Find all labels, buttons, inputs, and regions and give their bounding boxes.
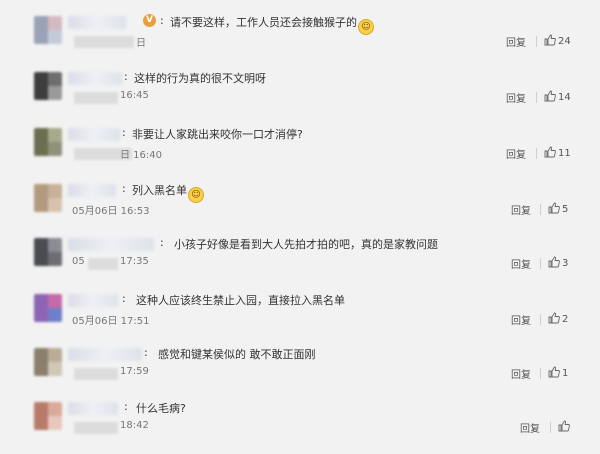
colon: : xyxy=(122,292,126,305)
comment-text: 列入黑名单 ☺ xyxy=(132,182,204,203)
username[interactable] xyxy=(68,184,116,197)
comment-time: 16:45 xyxy=(120,90,149,101)
date-blurred xyxy=(74,36,134,48)
colon: : xyxy=(160,14,164,27)
comment-time: 18:42 xyxy=(120,420,149,431)
thumbs-up-icon xyxy=(548,312,560,324)
comment-time: 日 xyxy=(136,38,146,49)
colon: : xyxy=(122,126,126,139)
avatar[interactable] xyxy=(34,348,62,376)
date-blurred xyxy=(74,422,118,434)
thumbs-up-icon xyxy=(544,146,556,158)
avatar[interactable] xyxy=(34,128,62,156)
comment-list: V : 请不要这样，工作人员还会接触猴子的 ☺ 日 回复 24 : 这样的行为真的… xyxy=(0,0,600,450)
like-button[interactable]: 5 xyxy=(548,202,568,215)
reply-button[interactable]: 回复 xyxy=(511,366,531,381)
avatar[interactable] xyxy=(34,402,62,430)
thumbs-up-icon xyxy=(544,34,556,46)
like-button[interactable] xyxy=(558,420,572,433)
like-button[interactable]: 2 xyxy=(548,312,568,325)
avatar[interactable] xyxy=(34,16,62,44)
like-button[interactable]: 24 xyxy=(544,34,571,47)
comment-text: 这样的行为真的很不文明呀 xyxy=(134,72,266,85)
comment-date: 05月06日 16:53 xyxy=(72,206,150,217)
thumbs-up-icon xyxy=(544,90,556,102)
comment-item: : 什么毛病? 18:42 回复 xyxy=(24,400,584,454)
comment-time: 日 16:40 xyxy=(120,150,162,161)
reply-button[interactable]: 回复 xyxy=(511,312,531,327)
comment-date-prefix: 05 xyxy=(72,256,85,267)
colon: : xyxy=(124,400,128,413)
avatar[interactable] xyxy=(34,72,62,100)
thumbs-up-icon xyxy=(548,202,560,214)
comment-text: 小孩子好像是看到大人先拍才拍的吧，真的是家教问题 xyxy=(174,238,438,251)
comment-item: : 这样的行为真的很不文明呀 16:45 回复 14 xyxy=(24,70,584,124)
thumbs-up-icon xyxy=(558,420,570,432)
reply-button[interactable]: 回复 xyxy=(520,420,540,435)
avatar[interactable] xyxy=(34,238,62,266)
date-blurred xyxy=(74,92,118,104)
avatar[interactable] xyxy=(34,294,62,322)
comment-item: : 感觉和键某侯似的 敢不敢正面刚 17:59 回复 1 xyxy=(24,346,584,400)
reply-button[interactable]: 回复 xyxy=(511,202,531,217)
like-button[interactable]: 1 xyxy=(548,366,568,379)
comment-time: 17:59 xyxy=(120,366,149,377)
comment-item: : 小孩子好像是看到大人先拍才拍的吧，真的是家教问题 05 17:35 回复 3 xyxy=(24,236,584,290)
date-blurred xyxy=(88,258,118,270)
colon: : xyxy=(160,236,164,249)
date-blurred xyxy=(74,368,118,380)
comment-text: 感觉和键某侯似的 敢不敢正面刚 xyxy=(158,348,316,361)
username[interactable] xyxy=(68,294,118,307)
smile-emoji-icon: ☺ xyxy=(358,19,374,35)
reply-button[interactable]: 回复 xyxy=(506,146,526,161)
colon: : xyxy=(144,346,148,359)
comment-time: 17:35 xyxy=(120,256,149,267)
thumbs-up-icon xyxy=(548,366,560,378)
username[interactable] xyxy=(68,128,120,141)
comment-text: 这种人应该终生禁止入园，直接拉入黑名单 xyxy=(136,294,345,307)
comment-item: : 非要让人家跳出来咬你一口才消停? 日 16:40 回复 11 xyxy=(24,126,584,180)
username[interactable] xyxy=(68,16,126,29)
comment-date: 05月06日 17:51 xyxy=(72,316,150,327)
comment-item: : 列入黑名单 ☺ 05月06日 16:53 回复 5 xyxy=(24,182,584,236)
reply-button[interactable]: 回复 xyxy=(506,34,526,49)
comment-text: 非要让人家跳出来咬你一口才消停? xyxy=(132,128,303,141)
reply-button[interactable]: 回复 xyxy=(511,256,531,271)
comment-item: V : 请不要这样，工作人员还会接触猴子的 ☺ 日 回复 24 xyxy=(24,14,584,68)
like-button[interactable]: 11 xyxy=(544,146,571,159)
laughing-emoji-icon: ☺ xyxy=(188,187,204,203)
like-button[interactable]: 3 xyxy=(548,256,568,269)
colon: : xyxy=(124,70,128,83)
comment-text: 请不要这样，工作人员还会接触猴子的 ☺ xyxy=(170,14,374,35)
thumbs-up-icon xyxy=(548,256,560,268)
avatar[interactable] xyxy=(34,184,62,212)
username[interactable] xyxy=(68,72,122,85)
reply-button[interactable]: 回复 xyxy=(506,90,526,105)
vip-badge-icon: V xyxy=(143,14,156,27)
like-button[interactable]: 14 xyxy=(544,90,571,103)
comment-text: 什么毛病? xyxy=(136,402,186,415)
colon: : xyxy=(122,182,126,195)
username[interactable] xyxy=(68,238,154,251)
username[interactable] xyxy=(68,348,142,361)
username[interactable] xyxy=(68,402,118,415)
comment-item: : 这种人应该终生禁止入园，直接拉入黑名单 05月06日 17:51 回复 2 xyxy=(24,292,584,346)
